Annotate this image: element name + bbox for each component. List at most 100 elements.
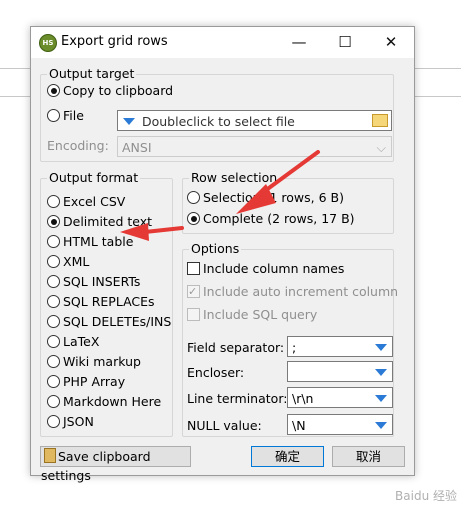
include-sql-query-label: Include SQL query <box>203 307 318 322</box>
null-value-value: \N <box>292 418 306 433</box>
complete-radio[interactable]: Complete (2 rows, 17 B) <box>187 210 355 228</box>
format-radio-html-table[interactable]: HTML table <box>47 233 133 251</box>
window-title: Export grid rows <box>61 34 168 49</box>
radio-unselected-icon <box>47 315 60 328</box>
format-radio-delimited-text[interactable]: Delimited text <box>47 213 152 231</box>
include-auto-increment-checkbox[interactable]: Include auto increment column <box>187 283 398 301</box>
copy-to-clipboard-label: Copy to clipboard <box>63 83 174 98</box>
field-separator-value: ; <box>292 340 297 355</box>
encloser-select[interactable] <box>287 361 393 382</box>
radio-unselected-icon <box>47 295 60 308</box>
radio-unselected-icon <box>47 375 60 388</box>
output-format-group: Output format Excel CSV Delimited text H… <box>40 170 173 437</box>
format-label: SQL REPLACEs <box>63 294 155 309</box>
checkbox-icon <box>187 262 200 275</box>
cancel-button[interactable]: 取消 <box>332 446 405 467</box>
row-selection-group: Row selection Selection (1 rows, 6 B) Co… <box>182 170 394 234</box>
null-value-select[interactable]: \N <box>287 414 393 435</box>
radio-unselected-icon <box>47 395 60 408</box>
maximize-icon[interactable]: ☐ <box>322 27 368 58</box>
format-label: Markdown Here <box>63 394 162 409</box>
radio-unselected-icon <box>47 355 60 368</box>
selection-label: Selection (1 rows, 6 B) <box>203 190 344 205</box>
format-label: Delimited text <box>63 214 153 229</box>
checkbox-icon <box>187 308 200 321</box>
radio-unselected-icon <box>47 195 60 208</box>
encoding-label: Encoding: <box>47 138 109 153</box>
include-sql-query-checkbox[interactable]: Include SQL query <box>187 306 317 324</box>
field-separator-label: Field separator: <box>187 340 285 355</box>
encoding-value: ANSI <box>122 140 152 155</box>
copy-to-clipboard-radio[interactable]: Copy to clipboard <box>47 82 173 100</box>
minimize-icon[interactable]: — <box>276 27 322 58</box>
folder-open-icon[interactable] <box>372 114 388 127</box>
format-radio-wiki-markup[interactable]: Wiki markup <box>47 353 141 371</box>
save-clipboard-settings-button[interactable]: Save clipboard settings <box>40 446 191 483</box>
format-radio-sql-replaces[interactable]: SQL REPLACEs <box>47 293 155 311</box>
title-bar: HS Export grid rows — ☐ ✕ <box>31 27 414 58</box>
radio-unselected-icon <box>47 415 60 428</box>
options-group: Options Include column names Include aut… <box>182 241 398 437</box>
format-radio-sql-deletes[interactable]: SQL DELETEs/INSE <box>47 313 172 331</box>
radio-unselected-icon <box>187 191 200 204</box>
format-label: JSON <box>63 414 94 429</box>
row-selection-label: Row selection <box>189 170 280 185</box>
format-radio-markdown-here[interactable]: Markdown Here <box>47 393 161 411</box>
format-label: Wiki markup <box>63 354 141 369</box>
selection-radio[interactable]: Selection (1 rows, 6 B) <box>187 189 344 207</box>
ok-button[interactable]: 确定 <box>251 446 324 467</box>
format-label: HTML table <box>63 234 134 249</box>
file-radio[interactable]: File <box>47 107 84 125</box>
output-target-label: Output target <box>47 66 137 81</box>
file-label: File <box>63 108 84 123</box>
watermark-text: Baidu 经验 <box>395 489 457 503</box>
clipboard-icon <box>44 448 56 463</box>
format-radio-xml[interactable]: XML <box>47 253 89 271</box>
include-column-names-checkbox[interactable]: Include column names <box>187 260 344 278</box>
cancel-label: 取消 <box>355 449 381 464</box>
format-label: Excel CSV <box>63 194 126 209</box>
options-label: Options <box>189 241 242 256</box>
complete-label: Complete (2 rows, 17 B) <box>203 211 355 226</box>
radio-unselected-icon <box>47 235 60 248</box>
output-format-label: Output format <box>47 170 141 185</box>
dropdown-arrow-icon <box>123 118 135 125</box>
encoding-select[interactable]: ANSI ⌵ <box>117 136 392 157</box>
radio-unselected-icon <box>47 275 60 288</box>
line-terminator-label: Line terminator: <box>187 391 288 406</box>
export-dialog: HS Export grid rows — ☐ ✕ Output target … <box>30 26 415 483</box>
radio-selected-icon <box>47 215 60 228</box>
format-label: PHP Array <box>63 374 126 389</box>
output-target-group: Output target Copy to clipboard File Dou… <box>40 66 394 162</box>
include-column-names-label: Include column names <box>203 261 345 276</box>
dropdown-arrow-icon <box>375 369 387 376</box>
radio-unselected-icon <box>47 255 60 268</box>
dropdown-arrow-icon <box>375 395 387 402</box>
checkbox-checked-icon <box>187 283 200 301</box>
format-radio-latex[interactable]: LaTeX <box>47 333 99 351</box>
format-radio-json[interactable]: JSON <box>47 413 94 431</box>
line-terminator-value: \r\n <box>292 391 314 406</box>
radio-selected-icon <box>187 212 200 225</box>
format-label: LaTeX <box>63 334 100 349</box>
format-label: XML <box>63 254 90 269</box>
radio-unselected-icon <box>47 335 60 348</box>
chevron-down-icon: ⌵ <box>376 140 386 155</box>
line-terminator-select[interactable]: \r\n <box>287 387 393 408</box>
field-separator-select[interactable]: ; <box>287 336 393 357</box>
close-icon[interactable]: ✕ <box>368 27 414 58</box>
save-clipboard-settings-label: Save clipboard settings <box>41 449 151 483</box>
null-value-label: NULL value: <box>187 418 262 433</box>
heidisql-icon: HS <box>39 34 57 52</box>
dropdown-arrow-icon <box>375 422 387 429</box>
format-radio-php-array[interactable]: PHP Array <box>47 373 125 391</box>
file-path-input[interactable]: Doubleclick to select file <box>117 110 392 131</box>
format-label: SQL INSERTs <box>63 274 141 289</box>
file-path-placeholder: Doubleclick to select file <box>141 114 295 129</box>
format-radio-excel-csv[interactable]: Excel CSV <box>47 193 125 211</box>
format-label: SQL DELETEs/INSE <box>63 314 172 329</box>
ok-label: 确定 <box>274 449 300 464</box>
dropdown-arrow-icon <box>375 344 387 351</box>
encloser-label: Encloser: <box>187 365 245 380</box>
format-radio-sql-inserts[interactable]: SQL INSERTs <box>47 273 140 291</box>
